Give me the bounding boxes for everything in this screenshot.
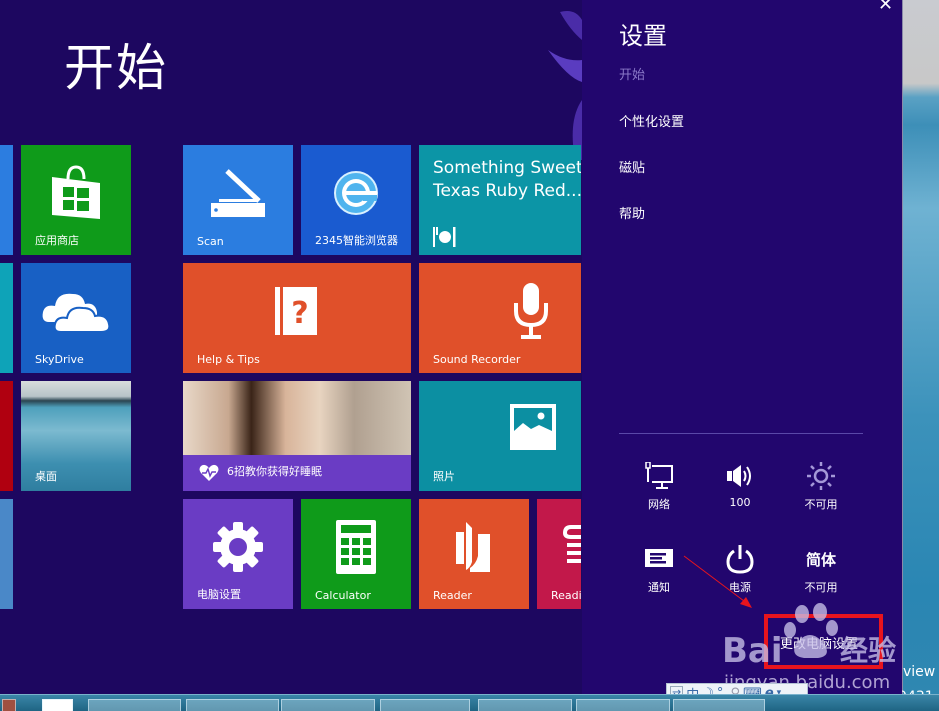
start-title: 开始 bbox=[64, 39, 168, 97]
microphone-icon bbox=[514, 283, 548, 339]
tile-label: Reader bbox=[433, 589, 472, 602]
tile-label: Help & Tips bbox=[197, 353, 260, 366]
notification-icon bbox=[645, 549, 673, 567]
taskbar-button[interactable] bbox=[42, 699, 73, 711]
taskbar-button[interactable] bbox=[380, 699, 470, 711]
tile-scan[interactable]: Scan bbox=[183, 145, 293, 255]
tile-label: Readi bbox=[551, 589, 581, 602]
tile-store[interactable]: 应用商店 bbox=[21, 145, 131, 255]
personalize-link[interactable]: 个性化设置 bbox=[619, 111, 684, 130]
tile-help-tips[interactable]: ? Help & Tips bbox=[183, 263, 411, 373]
quick-setting-volume[interactable]: 100 bbox=[700, 458, 780, 509]
food-headline-line2: Texas Ruby Red... bbox=[433, 181, 581, 201]
tile-label: 照片 bbox=[433, 470, 455, 483]
taskbar bbox=[0, 694, 939, 711]
tile-pc-settings[interactable]: 电脑设置 bbox=[183, 499, 293, 609]
store-bag-icon bbox=[52, 165, 100, 220]
reader-book-icon bbox=[456, 522, 490, 573]
fork-knife-plate-icon bbox=[433, 227, 456, 247]
calculator-icon bbox=[336, 520, 376, 575]
tile-label: 应用商店 bbox=[35, 234, 79, 247]
tile-reading-list[interactable]: Readi bbox=[537, 499, 581, 609]
tile-calculator[interactable]: Calculator bbox=[301, 499, 411, 609]
help-link[interactable]: 帮助 bbox=[619, 203, 645, 222]
partial-tile-1[interactable] bbox=[0, 145, 13, 255]
taskbar-button[interactable] bbox=[281, 699, 375, 711]
tile-label: 桌面 bbox=[35, 470, 57, 483]
svg-text:?: ? bbox=[291, 296, 308, 331]
browser-e-icon bbox=[334, 171, 378, 216]
taskbar-button[interactable] bbox=[186, 699, 279, 711]
divider bbox=[619, 433, 863, 434]
tile-2345-browser[interactable]: 2345智能浏览器 bbox=[301, 145, 411, 255]
tile-label: 2345智能浏览器 bbox=[315, 234, 398, 247]
taskbar-button[interactable] bbox=[673, 699, 765, 711]
network-icon bbox=[645, 462, 673, 489]
scanner-icon bbox=[211, 169, 265, 218]
quick-setting-label: 通知 bbox=[648, 581, 670, 594]
heart-pulse-icon bbox=[199, 464, 219, 481]
close-button[interactable]: ✕ bbox=[878, 0, 893, 15]
quick-setting-label: 不可用 bbox=[804, 498, 838, 511]
tile-food-drink[interactable]: Something Sweet Texas Ruby Red... bbox=[419, 145, 581, 255]
settings-charm-pane: ✕ 设置 开始 个性化设置 磁贴 帮助 网络 100 不可用 通知 电源 简体 … bbox=[582, 0, 902, 695]
quick-setting-label: 电源 bbox=[729, 581, 751, 594]
partial-tile-3[interactable] bbox=[0, 381, 13, 491]
quick-setting-power[interactable]: 电源 bbox=[700, 541, 780, 595]
taskbar-button[interactable] bbox=[576, 699, 670, 711]
quick-setting-label: 网络 bbox=[648, 498, 670, 511]
partial-tile-4[interactable] bbox=[0, 499, 13, 609]
quick-setting-notifications[interactable]: 通知 bbox=[619, 541, 699, 595]
tile-label: 6招教你获得好睡眠 bbox=[227, 465, 322, 478]
reading-list-icon bbox=[562, 525, 581, 563]
sleeping-woman-photo bbox=[183, 381, 411, 455]
cloud-icon bbox=[42, 294, 111, 334]
taskbar-start-orb[interactable] bbox=[2, 699, 16, 711]
taskbar-button[interactable] bbox=[88, 699, 181, 711]
help-book-icon: ? bbox=[275, 287, 317, 336]
tile-label: Calculator bbox=[315, 589, 371, 602]
tile-health[interactable]: 6招教你获得好睡眠 bbox=[183, 381, 411, 491]
speaker-icon bbox=[727, 465, 751, 487]
start-screen: 开始 应用商店 SkyDrive 桌面 Scan 2345智能浏览器 Somet… bbox=[0, 0, 939, 711]
highlight-box bbox=[764, 614, 883, 669]
settings-context-label: 开始 bbox=[619, 68, 646, 83]
quick-setting-brightness[interactable]: 不可用 bbox=[781, 458, 861, 512]
settings-title: 设置 bbox=[619, 22, 667, 50]
tile-label: SkyDrive bbox=[35, 353, 84, 366]
tile-desktop[interactable]: 桌面 bbox=[21, 381, 131, 491]
quick-setting-keyboard[interactable]: 简体 不可用 bbox=[781, 541, 861, 595]
partial-tile-2[interactable] bbox=[0, 263, 13, 373]
tile-skydrive[interactable]: SkyDrive bbox=[21, 263, 131, 373]
tile-label: Sound Recorder bbox=[433, 353, 521, 366]
tile-photos[interactable]: 照片 bbox=[419, 381, 581, 491]
keyboard-language-icon: 简体 bbox=[805, 550, 836, 569]
photo-icon bbox=[510, 404, 556, 450]
brightness-icon bbox=[807, 462, 835, 490]
tile-reader[interactable]: Reader bbox=[419, 499, 529, 609]
build-text-line1: view bbox=[903, 664, 936, 680]
power-icon bbox=[726, 545, 754, 574]
taskbar-button[interactable] bbox=[478, 699, 572, 711]
tile-label: 电脑设置 bbox=[197, 588, 241, 601]
tile-label: Scan bbox=[197, 235, 224, 248]
quick-setting-label: 不可用 bbox=[804, 581, 838, 594]
food-headline-line1: Something Sweet bbox=[433, 158, 581, 178]
quick-setting-network[interactable]: 网络 bbox=[619, 458, 699, 512]
tile-sound-recorder[interactable]: Sound Recorder bbox=[419, 263, 581, 373]
tiles-link[interactable]: 磁贴 bbox=[619, 157, 645, 176]
quick-setting-label: 100 bbox=[729, 496, 751, 509]
gear-icon bbox=[213, 522, 263, 573]
desktop-background-peek bbox=[902, 0, 939, 695]
